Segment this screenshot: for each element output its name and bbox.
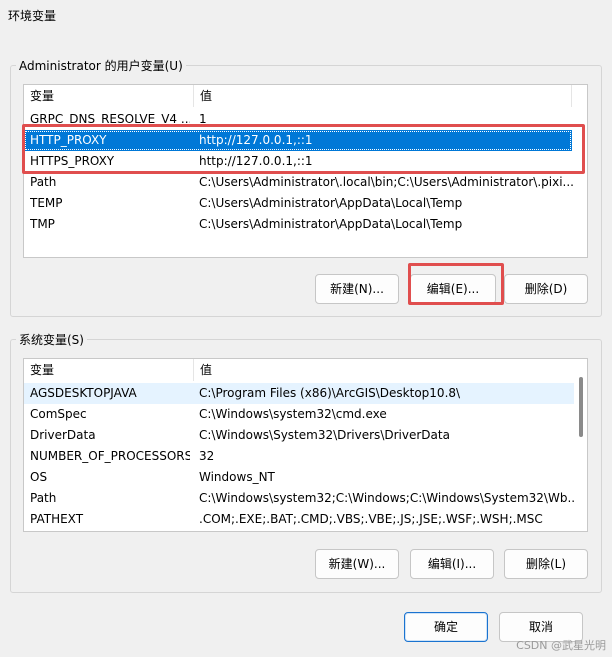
variable-value: 32 — [199, 449, 215, 463]
variable-value: C:\Program Files (x86)\ArcGIS\Desktop10.… — [199, 386, 461, 400]
list-item[interactable]: TMP C:\Users\Administrator\AppData\Local… — [24, 214, 572, 235]
variable-value: Windows_NT — [199, 470, 275, 484]
scroll-thumb[interactable] — [579, 377, 583, 437]
variable-value: C:\Users\Administrator\AppData\Local\Tem… — [199, 196, 463, 210]
list-item[interactable]: Path C:\Windows\system32;C:\Windows;C:\W… — [24, 488, 579, 509]
list-item-selected[interactable]: HTTP_PROXY http://127.0.0.1,::1 — [24, 130, 572, 151]
variable-name: HTTPS_PROXY — [30, 154, 115, 168]
variable-name: PATHEXT — [30, 512, 84, 526]
variable-name: Path — [30, 491, 57, 505]
variable-name: AGSDESKTOPJAVA — [30, 386, 137, 400]
variable-value: C:\Windows\system32;C:\Windows;C:\Window… — [199, 491, 579, 505]
user-delete-button[interactable]: 删除(D) — [504, 274, 588, 304]
system-new-button[interactable]: 新建(W)... — [315, 549, 399, 579]
system-variables-list[interactable]: 变量 值 AGSDESKTOPJAVA C:\Program Files (x8… — [23, 358, 588, 532]
list-item[interactable]: GRPC_DNS_RESOLVE_V4 ... 1 — [24, 109, 572, 130]
variable-value: .COM;.EXE;.BAT;.CMD;.VBS;.VBE;.JS;.JSE;.… — [199, 512, 543, 526]
system-list-scrollbar[interactable] — [574, 359, 587, 531]
variable-value: C:\Windows\System32\Drivers\DriverData — [199, 428, 450, 442]
list-item[interactable]: Path C:\Users\Administrator\.local\bin;C… — [24, 172, 574, 193]
variable-value: http://127.0.0.1,::1 — [199, 154, 313, 168]
column-header-value[interactable]: 值 — [194, 85, 572, 107]
variable-name: Path — [30, 175, 57, 189]
variable-name: NUMBER_OF_PROCESSORS — [30, 449, 190, 463]
watermark: CSDN @武星光明 — [516, 639, 606, 652]
title-bar: 环境变量 — [0, 0, 612, 30]
user-new-button[interactable]: 新建(N)... — [315, 274, 399, 304]
variable-value: C:\Windows\system32\cmd.exe — [199, 407, 387, 421]
list-item[interactable]: AGSDESKTOPJAVA C:\Program Files (x86)\Ar… — [24, 383, 575, 404]
system-variables-label: 系统变量(S) — [16, 331, 87, 348]
column-header-value[interactable]: 值 — [194, 359, 575, 381]
variable-value: C:\Users\Administrator\.local\bin;C:\Use… — [199, 175, 574, 189]
list-item[interactable]: NUMBER_OF_PROCESSORS 32 — [24, 446, 575, 467]
variable-value: C:\Users\Administrator\AppData\Local\Tem… — [199, 217, 463, 231]
variable-name: TEMP — [30, 196, 63, 210]
variable-value: http://127.0.0.1,::1 — [199, 133, 313, 147]
variable-name: ComSpec — [30, 407, 87, 421]
user-list-header: 变量 值 — [24, 85, 587, 107]
window-title: 环境变量 — [8, 9, 57, 23]
variable-name: OS — [30, 470, 48, 484]
list-item[interactable]: HTTPS_PROXY http://127.0.0.1,::1 — [24, 151, 572, 172]
variable-name: DriverData — [30, 428, 96, 442]
user-edit-button[interactable]: 编辑(E)... — [410, 274, 496, 304]
system-delete-button[interactable]: 删除(L) — [504, 549, 588, 579]
list-item[interactable]: OS Windows_NT — [24, 467, 575, 488]
variable-name: TMP — [30, 217, 55, 231]
list-item[interactable]: DriverData C:\Windows\System32\Drivers\D… — [24, 425, 575, 446]
system-list-header: 变量 值 — [24, 359, 575, 381]
list-item[interactable]: PATHEXT .COM;.EXE;.BAT;.CMD;.VBS;.VBE;.J… — [24, 509, 575, 530]
list-item[interactable]: TEMP C:\Users\Administrator\AppData\Loca… — [24, 193, 572, 214]
list-item[interactable]: ComSpec C:\Windows\system32\cmd.exe — [24, 404, 575, 425]
system-edit-button[interactable]: 编辑(I)... — [410, 549, 494, 579]
column-header-variable[interactable]: 变量 — [24, 85, 194, 107]
user-variables-label: Administrator 的用户变量(U) — [16, 57, 186, 74]
variable-name: HTTP_PROXY — [30, 133, 107, 147]
ok-button[interactable]: 确定 — [404, 612, 488, 642]
variable-value: 1 — [199, 112, 207, 126]
column-header-variable[interactable]: 变量 — [24, 359, 194, 381]
variable-name: GRPC_DNS_RESOLVE_V4 ... — [30, 112, 190, 126]
user-variables-list[interactable]: 变量 值 GRPC_DNS_RESOLVE_V4 ... 1 HTTP_PROX… — [23, 84, 588, 258]
